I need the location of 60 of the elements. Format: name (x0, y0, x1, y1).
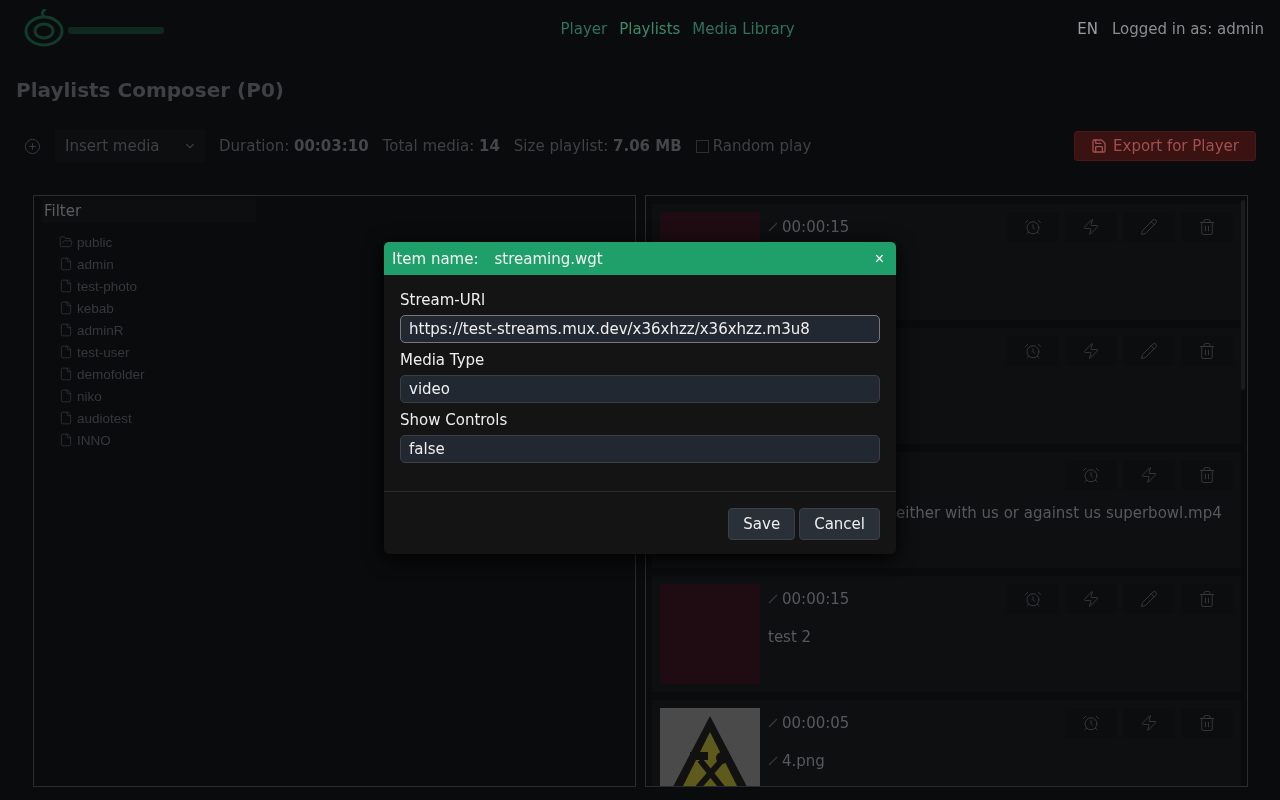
input-field[interactable]: https://test-streams.mux.dev/x36xhzz/x36xhzz.m3u8 (400, 315, 880, 343)
alarm-clock-icon (1024, 342, 1042, 360)
pencil-icon (1140, 342, 1158, 360)
trash-icon (1198, 466, 1216, 484)
trash-icon (1198, 342, 1216, 360)
trash-icon (1198, 590, 1216, 608)
file-icon (59, 279, 73, 293)
user-label: Logged in as: admin (1111, 20, 1264, 38)
field-label: Stream-URl (400, 291, 487, 309)
media-name: 4.png (782, 752, 825, 770)
bolt-icon (1140, 714, 1158, 732)
input-field[interactable]: false (400, 435, 880, 463)
cancel-button[interactable]: Cancel (799, 508, 880, 540)
slash-icon[interactable] (768, 222, 778, 232)
bolt-icon (1082, 590, 1100, 608)
trash-icon (1198, 714, 1216, 732)
random-play-checkbox[interactable] (695, 139, 709, 153)
media-name: test 2 (768, 628, 812, 646)
duration-label: 00:00:15 (782, 218, 850, 236)
file-icon (59, 433, 73, 447)
playlist-item[interactable]: 00:00:15 test 2 (652, 576, 1241, 692)
trash-icon (1198, 218, 1216, 236)
bolt-icon (1082, 218, 1100, 236)
language-switch[interactable]: EN (1077, 20, 1098, 38)
file-icon (59, 345, 73, 359)
item-name: streaming.wgt (494, 249, 603, 268)
slash-icon[interactable] (768, 718, 778, 728)
alarm-clock-icon (1082, 466, 1100, 484)
export-button[interactable]: Export for Player (1074, 131, 1256, 161)
file-icon (59, 323, 73, 337)
file-icon (59, 411, 73, 425)
close-button[interactable]: × (870, 249, 888, 268)
alarm-clock-icon (1024, 590, 1042, 608)
field-label: Show Controls (400, 411, 509, 429)
slash-icon[interactable] (768, 594, 778, 604)
field-label: Media Type (400, 351, 486, 369)
file-icon (59, 301, 73, 315)
input-field[interactable]: video (400, 375, 880, 403)
bolt-icon (1082, 342, 1100, 360)
pencil-icon (1140, 218, 1158, 236)
playlist-item[interactable]: 00:00:05 4.png (652, 700, 1241, 786)
add-icon[interactable] (24, 137, 41, 155)
duration-label: 00:00:05 (782, 714, 850, 732)
nav-link[interactable]: Media Library (692, 20, 795, 38)
duration-label: 00:00:15 (782, 590, 850, 608)
alarm-clock-icon (1024, 218, 1042, 236)
slash-icon[interactable] (768, 756, 778, 766)
bolt-icon (1140, 466, 1158, 484)
save-button[interactable]: Save (728, 508, 796, 540)
pencil-icon (1140, 590, 1158, 608)
dialog-title: Item name: (392, 249, 479, 268)
media-name: either with us or against us superbowl.mp4 (896, 504, 1222, 522)
alarm-clock-icon (1082, 714, 1100, 732)
file-icon (59, 257, 73, 271)
nav-link[interactable]: Playlists (619, 20, 681, 38)
save-icon (1091, 138, 1108, 154)
file-icon (59, 389, 73, 403)
file-icon (59, 367, 73, 381)
folder-icon (59, 235, 73, 249)
nav-link[interactable]: Player (560, 20, 608, 38)
